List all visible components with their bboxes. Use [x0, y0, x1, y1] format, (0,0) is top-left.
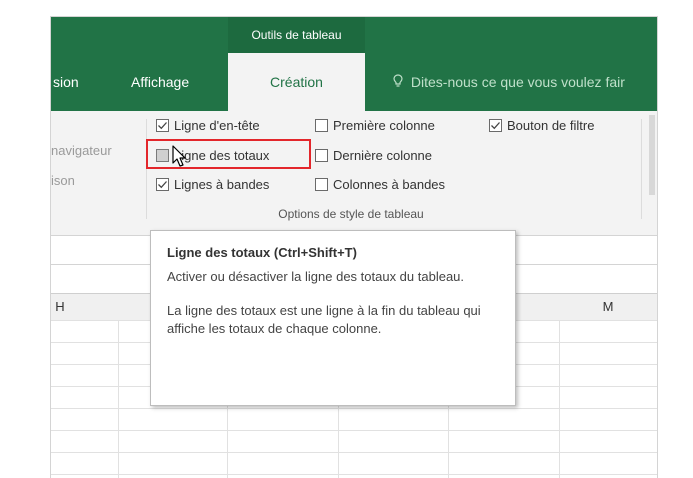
- group-separator: [146, 119, 147, 219]
- checkbox-first-column[interactable]: Première colonne: [315, 115, 435, 135]
- mouse-pointer-icon: [172, 145, 190, 169]
- highlight-box: [146, 139, 311, 169]
- checkbox-checked[interactable]: [489, 118, 502, 132]
- tooltip-title: Ligne des totaux (Ctrl+Shift+T): [167, 245, 357, 260]
- checkbox-label: Dernière colonne: [333, 147, 433, 163]
- search-placeholder: Dites-nous ce que vous voulez fair: [410, 74, 625, 90]
- tooltip: Ligne des totaux (Ctrl+Shift+T) Activer …: [150, 230, 516, 406]
- checkbox-checked[interactable]: [156, 177, 169, 191]
- checkbox-banded-rows[interactable]: Lignes à bandes: [156, 174, 269, 194]
- ribbon-left-item-1[interactable]: navigateur: [51, 143, 112, 158]
- scroll-strip: [649, 115, 655, 195]
- ribbon-left-item-2[interactable]: ison: [51, 173, 75, 188]
- context-tab-title: Outils de tableau: [228, 17, 365, 53]
- checkbox-unchecked[interactable]: [315, 118, 328, 132]
- tab-creation[interactable]: Création: [228, 53, 365, 111]
- checkbox-label: Lignes à bandes: [174, 176, 270, 192]
- tell-me-search[interactable]: Dites-nous ce que vous voulez fair: [393, 53, 625, 111]
- tab-affichage[interactable]: Affichage: [131, 53, 189, 111]
- checkbox-label: Première colonne: [333, 117, 435, 133]
- group-separator: [641, 119, 642, 219]
- column-header-m[interactable]: M: [559, 294, 657, 320]
- group-label: Options de style de tableau: [278, 207, 424, 221]
- checkbox-label: Ligne d'en-tête: [174, 117, 260, 133]
- checkbox-header-row[interactable]: Ligne d'en-tête: [156, 115, 260, 135]
- checkbox-banded-columns[interactable]: Colonnes à bandes: [315, 174, 445, 194]
- checkbox-unchecked[interactable]: [315, 148, 328, 162]
- checkbox-filter-button[interactable]: Bouton de filtre: [489, 115, 594, 135]
- lightbulb-icon: [393, 54, 407, 112]
- tooltip-paragraph-2: La ligne des totaux est une ligne à la f…: [167, 303, 481, 336]
- checkbox-label: Colonnes à bandes: [333, 176, 446, 192]
- checkbox-last-column[interactable]: Dernière colonne: [315, 145, 432, 165]
- checkbox-label: Bouton de filtre: [507, 117, 595, 133]
- checkbox-unchecked[interactable]: [315, 177, 328, 191]
- checkbox-checked[interactable]: [156, 118, 169, 132]
- ribbon-panel: navigateur ison Ligne d'en-tête Première…: [51, 111, 657, 236]
- ribbon-tabs: sion Affichage Création Dites-nous ce qu…: [51, 53, 657, 111]
- tooltip-paragraph-1: Activer ou désactiver la ligne des totau…: [167, 269, 465, 284]
- tab-revision[interactable]: sion: [53, 53, 79, 111]
- column-header-h[interactable]: H: [51, 294, 69, 320]
